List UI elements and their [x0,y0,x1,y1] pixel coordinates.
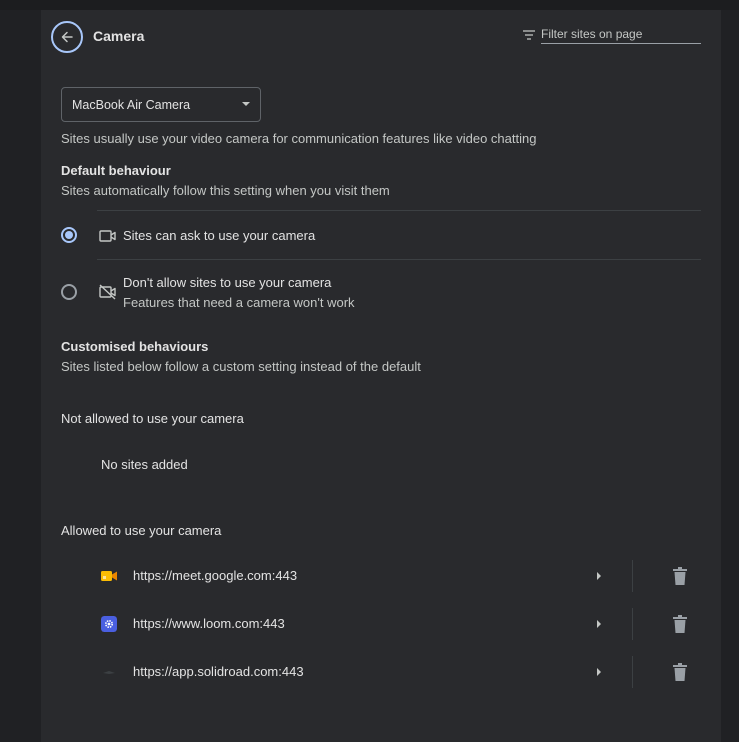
chevron-right-icon[interactable] [597,668,601,676]
trash-icon[interactable] [673,615,687,633]
site-url: https://www.loom.com:443 [133,616,285,631]
filter-icon [523,30,535,40]
chevron-right-icon[interactable] [597,620,601,628]
camera-select[interactable]: MacBook Air Camera [61,87,261,122]
dropdown-caret-icon [242,102,250,106]
site-row-loom[interactable]: https://www.loom.com:443 [41,600,721,648]
option-block-label: Don't allow sites to use your camera [123,275,332,290]
camera-description: Sites usually use your video camera for … [61,131,537,146]
camera-off-icon [99,284,116,300]
filter-sites-input[interactable] [541,25,701,44]
camera-select-value: MacBook Air Camera [72,97,191,112]
arrow-left-icon [61,31,73,43]
row-separator [632,656,633,688]
left-panel [0,10,41,742]
solidroad-icon [103,671,115,674]
camera-icon [99,230,116,242]
divider [97,259,701,260]
chevron-right-icon[interactable] [597,572,601,580]
option-block-sublabel: Features that need a camera won't work [123,295,355,310]
row-separator [632,560,633,592]
no-sites-added-text: No sites added [101,457,188,472]
trash-icon[interactable] [673,663,687,681]
option-allow-ask-label: Sites can ask to use your camera [123,228,316,243]
trash-icon[interactable] [673,567,687,585]
customised-behaviours-heading: Customised behaviours [61,339,209,354]
allowed-heading: Allowed to use your camera [61,523,222,538]
radio-allow-ask[interactable] [61,227,77,243]
page-title: Camera [93,28,145,44]
site-url: https://app.solidroad.com:443 [133,664,304,679]
customised-behaviours-subtitle: Sites listed below follow a custom setti… [61,359,421,374]
default-behaviour-subtitle: Sites automatically follow this setting … [61,183,390,198]
top-strip [0,0,739,10]
radio-selected-dot [65,231,73,239]
row-separator [632,608,633,640]
loom-icon [101,616,117,632]
page-header: Camera [41,10,721,62]
right-panel [721,10,739,742]
back-button[interactable] [51,21,83,53]
divider [97,210,701,211]
site-row-meet[interactable]: https://meet.google.com:443 [41,552,721,600]
default-behaviour-heading: Default behaviour [61,163,171,178]
google-meet-icon [101,571,117,581]
camera-settings-card: Camera MacBook Air Camera Sites usually … [41,10,721,742]
site-url: https://meet.google.com:443 [133,568,298,583]
site-row-solidroad[interactable]: https://app.solidroad.com:443 [41,648,721,696]
not-allowed-heading: Not allowed to use your camera [61,411,244,426]
radio-block[interactable] [61,284,77,300]
